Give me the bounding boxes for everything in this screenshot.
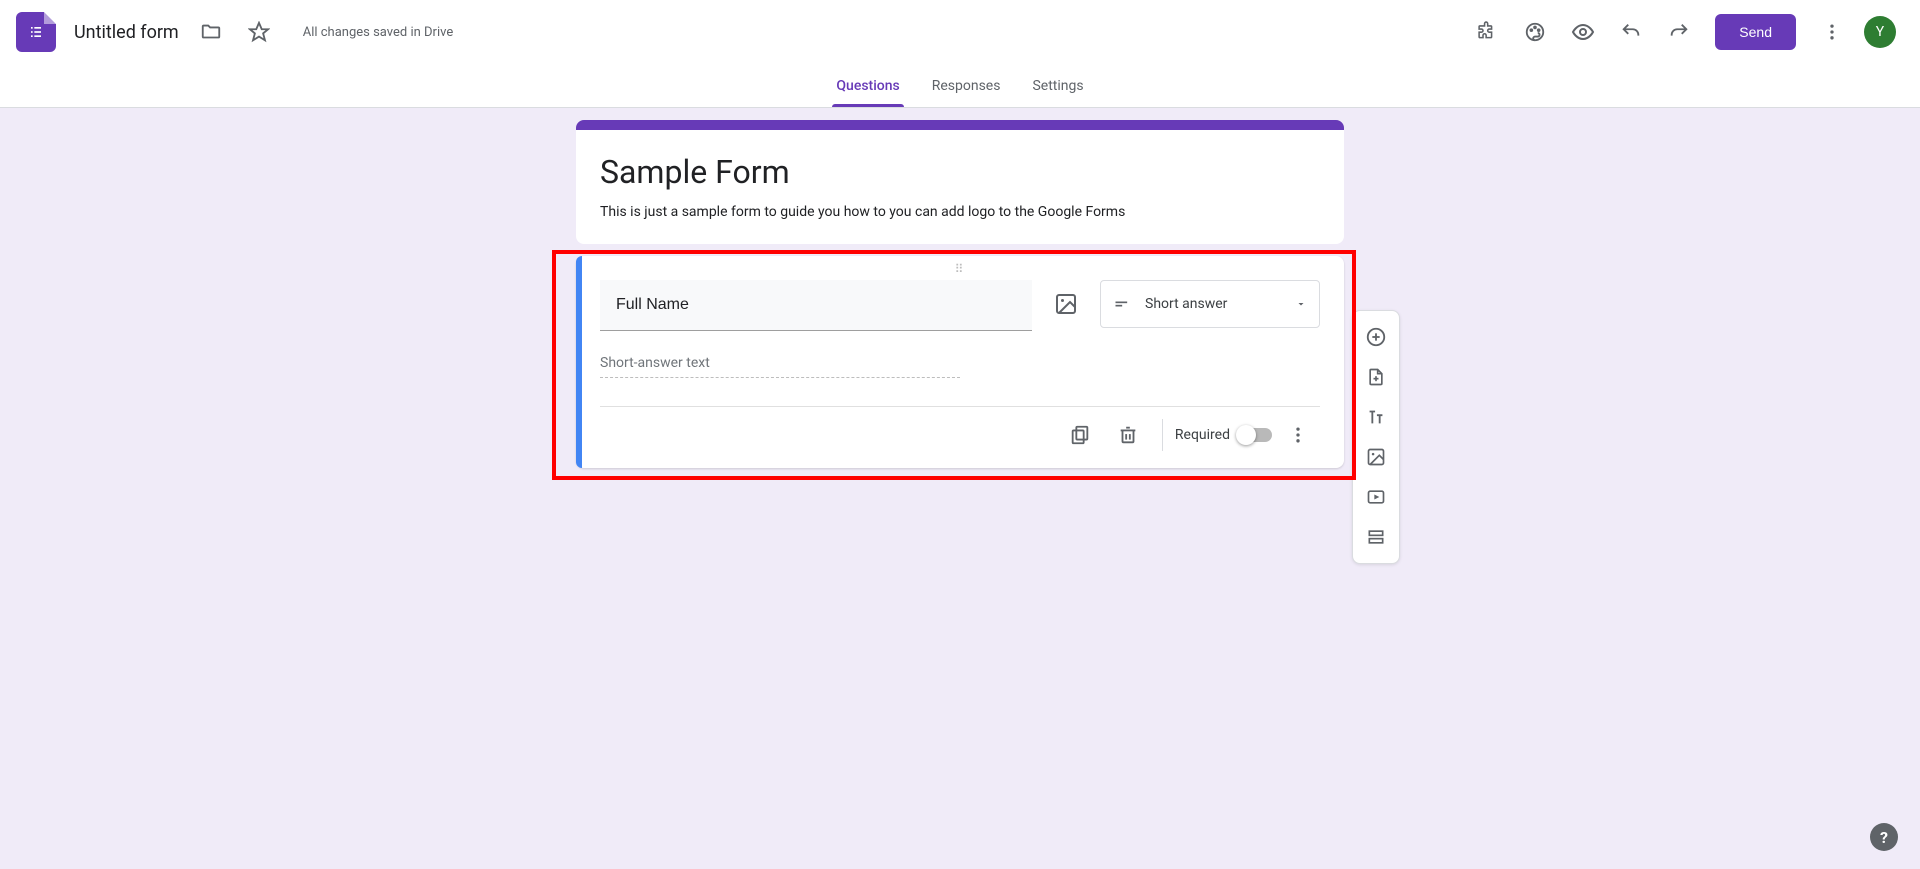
forms-logo-icon[interactable] [16, 12, 56, 52]
question-type-label: Short answer [1145, 296, 1283, 312]
question-more-icon[interactable] [1276, 413, 1320, 457]
tabs-bar: Questions Responses Settings [0, 64, 1920, 108]
add-section-icon[interactable] [1358, 519, 1394, 555]
help-button[interactable]: ? [1870, 823, 1898, 851]
delete-icon[interactable] [1106, 413, 1150, 457]
question-title-input[interactable] [600, 280, 1032, 331]
tab-responses[interactable]: Responses [928, 64, 1005, 107]
preview-icon[interactable] [1563, 12, 1603, 52]
more-options-icon[interactable] [1812, 12, 1852, 52]
addons-icon[interactable] [1467, 12, 1507, 52]
question-type-dropdown[interactable]: Short answer [1100, 280, 1320, 328]
save-status: All changes saved in Drive [303, 25, 454, 40]
send-button[interactable]: Send [1715, 14, 1796, 50]
move-to-folder-icon[interactable] [191, 12, 231, 52]
duplicate-icon[interactable] [1058, 413, 1102, 457]
redo-icon[interactable] [1659, 12, 1699, 52]
tab-settings[interactable]: Settings [1028, 64, 1087, 107]
undo-icon[interactable] [1611, 12, 1651, 52]
chevron-down-icon [1295, 298, 1307, 310]
add-question-icon[interactable] [1358, 319, 1394, 355]
app-header: Untitled form All changes saved in Drive… [0, 0, 1920, 64]
question-card[interactable]: ⠿ Short answer Short-answer text [576, 256, 1344, 468]
import-questions-icon[interactable] [1358, 359, 1394, 395]
document-title[interactable]: Untitled form [74, 22, 179, 43]
footer-separator [1162, 419, 1163, 451]
drag-handle-icon[interactable]: ⠿ [955, 262, 966, 276]
add-title-icon[interactable] [1358, 399, 1394, 435]
add-video-icon[interactable] [1358, 479, 1394, 515]
add-image-side-icon[interactable] [1358, 439, 1394, 475]
star-icon[interactable] [239, 12, 279, 52]
floating-toolbar [1352, 310, 1400, 564]
palette-icon[interactable] [1515, 12, 1555, 52]
tab-questions[interactable]: Questions [832, 64, 903, 107]
account-avatar[interactable]: Y [1864, 16, 1896, 48]
form-canvas: Sample Form This is just a sample form t… [0, 108, 1920, 468]
form-description[interactable]: This is just a sample form to guide you … [600, 204, 1320, 220]
question-footer: Required [600, 406, 1320, 462]
form-title-card[interactable]: Sample Form This is just a sample form t… [576, 120, 1344, 244]
short-answer-icon [1113, 294, 1133, 314]
required-label: Required [1175, 427, 1230, 443]
add-image-icon[interactable] [1048, 280, 1084, 328]
answer-placeholder: Short-answer text [600, 351, 960, 378]
required-toggle[interactable] [1238, 428, 1272, 442]
form-title[interactable]: Sample Form [600, 152, 1320, 192]
